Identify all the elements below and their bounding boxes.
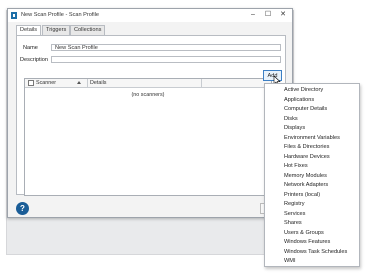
column-scanner[interactable]: Scanner xyxy=(36,80,56,86)
menu-item-shares[interactable]: Shares xyxy=(284,219,358,228)
scanner-grid[interactable]: Scanner Details (no scanners) xyxy=(24,78,272,196)
tab-collections[interactable]: Collections xyxy=(70,25,106,35)
name-label: Name xyxy=(23,45,38,51)
maximize-button[interactable]: ☐ xyxy=(261,9,275,21)
menu-item-hot-fixes[interactable]: Hot Fixes xyxy=(284,162,358,171)
column-divider xyxy=(201,79,202,87)
menu-item-network-adapters[interactable]: Network Adapters xyxy=(284,181,358,190)
help-button[interactable]: ? xyxy=(16,202,29,215)
menu-item-computer-details[interactable]: Computer Details xyxy=(284,105,358,114)
menu-item-files-directories[interactable]: Files & Directories xyxy=(284,143,358,152)
title-bar[interactable]: New Scan Profile - Scan Profile – ☐ ✕ xyxy=(8,9,292,22)
minimize-button[interactable]: – xyxy=(246,9,260,21)
menu-item-active-directory[interactable]: Active Directory xyxy=(284,86,358,95)
window-title: New Scan Profile - Scan Profile xyxy=(21,12,100,18)
name-field[interactable]: New Scan Profile xyxy=(51,44,281,51)
menu-item-services[interactable]: Services xyxy=(284,210,358,219)
empty-message: (no scanners) xyxy=(131,92,165,98)
close-button[interactable]: ✕ xyxy=(276,9,290,21)
menu-item-printers-local[interactable]: Printers (local) xyxy=(284,191,358,200)
select-all-checkbox[interactable] xyxy=(28,80,34,86)
description-label: Description xyxy=(20,57,48,63)
column-details[interactable]: Details xyxy=(90,80,106,86)
menu-item-hardware-devices[interactable]: Hardware Devices xyxy=(284,153,358,162)
menu-item-memory-modules[interactable]: Memory Modules xyxy=(284,172,358,181)
menu-item-windows-task-schedules[interactable]: Windows Task Schedules xyxy=(284,248,358,257)
tab-triggers[interactable]: Triggers xyxy=(42,25,71,35)
menu-item-registry[interactable]: Registry xyxy=(284,200,358,209)
details-panel: Name New Scan Profile Description Scanne… xyxy=(16,35,286,196)
menu-item-users-groups[interactable]: Users & Groups xyxy=(284,229,358,238)
menu-item-displays[interactable]: Displays xyxy=(284,124,358,133)
menu-item-disks[interactable]: Disks xyxy=(284,115,358,124)
app-icon xyxy=(11,12,17,19)
column-divider xyxy=(87,79,88,87)
grid-header: Scanner Details xyxy=(25,79,271,88)
scan-profile-window: New Scan Profile - Scan Profile – ☐ ✕ De… xyxy=(7,8,293,218)
sort-ascending-icon xyxy=(77,81,81,84)
add-scanner-menu: Active Directory Applications Computer D… xyxy=(264,83,360,267)
menu-item-applications[interactable]: Applications xyxy=(284,96,358,105)
menu-item-environment-variables[interactable]: Environment Variables xyxy=(284,134,358,143)
description-field[interactable] xyxy=(51,56,281,63)
menu-item-wmi[interactable]: WMI xyxy=(284,257,358,266)
menu-item-windows-features[interactable]: Windows Features xyxy=(284,238,358,247)
bottom-bar: ? OK xyxy=(8,199,292,217)
